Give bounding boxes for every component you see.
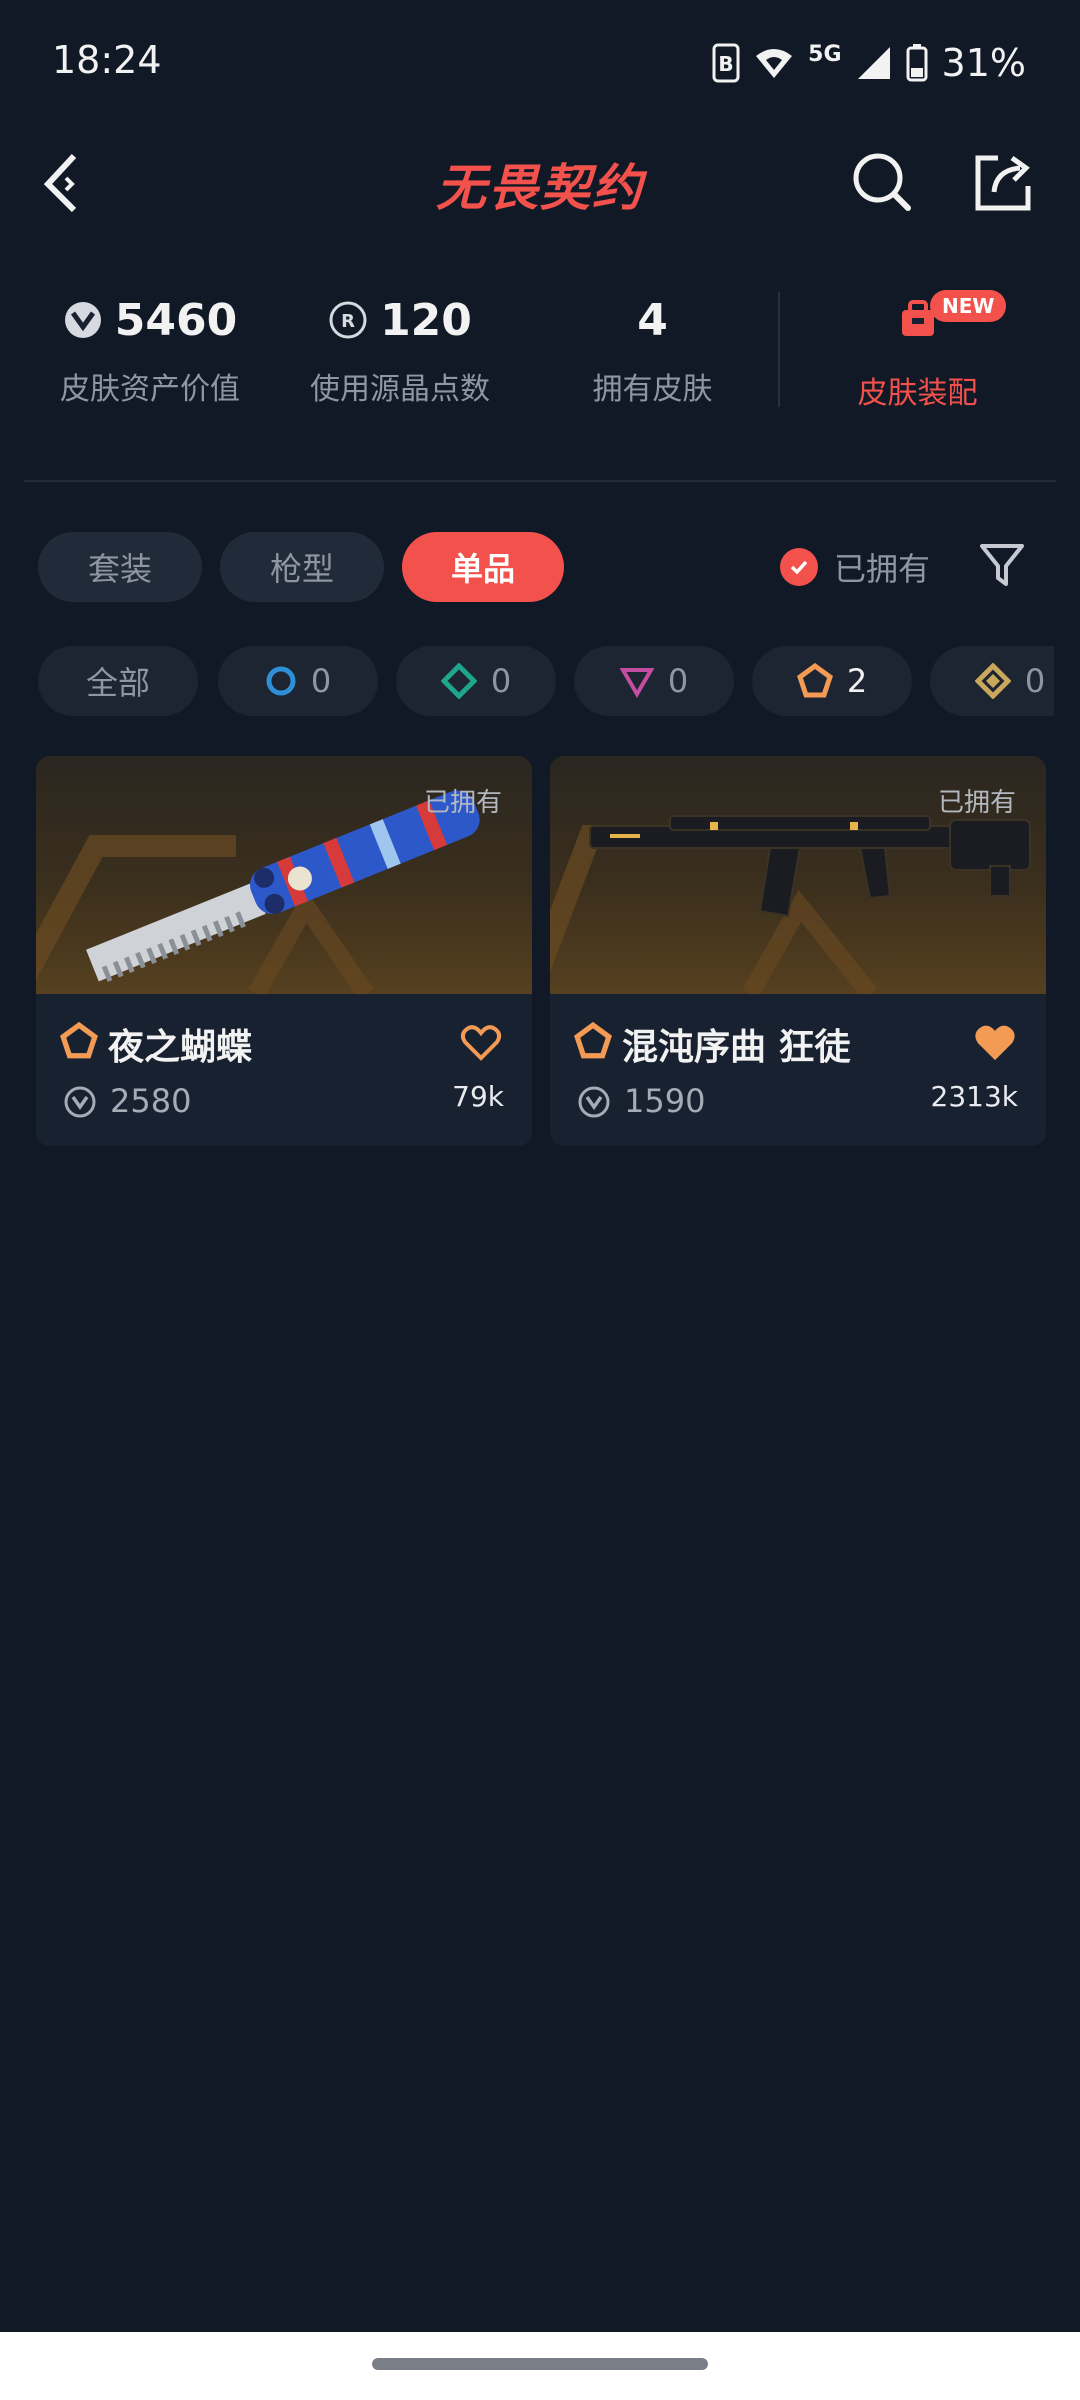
asset-value-label: 皮肤资产价值 [60,372,240,407]
rarity-count: 2 [846,662,868,700]
rarity-all-label: 全部 [85,664,150,702]
new-badge: NEW [930,290,1007,322]
status-bar: 18:24 B 5G 31% [0,0,1080,120]
tab-single-item[interactable]: 单品 [402,532,564,602]
skin-name: 混沌序曲 狂徒 [622,1027,851,1068]
owned-filter-label: 已拥有 [834,550,931,588]
app-title: 无畏契约 [436,159,644,217]
battery-icon [906,44,928,82]
filter-button[interactable] [978,540,1026,590]
like-count: 2313k [930,1080,1018,1113]
owned-label: 拥有皮肤 [592,372,713,407]
owned-tag: 已拥有 [937,788,1016,818]
stats-panel: 5460 皮肤资产价值 R 120 使用源晶点数 4 拥有皮肤 NEW 皮肤装配 [0,270,1080,440]
rarity-orange-pentagon-icon [60,1022,98,1059]
status-icons: B 5G 31% [712,38,1026,88]
rarity-count: 0 [490,662,512,700]
stats-divider [778,292,780,407]
filter-icon [980,544,1024,586]
heart-filled-icon[interactable] [974,1024,1016,1062]
vp-coin-icon [64,302,101,338]
rarity-gold-diamond-icon [974,663,1011,699]
points-number: 120 [380,294,472,346]
stat-asset-value: 5460 皮肤资产价值 [40,290,260,408]
search-button[interactable] [850,150,914,214]
stat-points: R 120 使用源晶点数 [290,290,510,408]
skin-loadout-button[interactable]: NEW 皮肤装配 [800,272,1035,412]
network-type: 5G [808,41,842,67]
stat-owned-skins: 4 拥有皮肤 [545,290,760,408]
rarity-orange-pentagon-icon [574,1022,612,1059]
skin-price: 2580 [110,1082,192,1120]
rarity-filter-all[interactable]: 全部 [38,646,198,716]
home-indicator[interactable] [372,2358,708,2370]
rarity-orange-pentagon-icon [796,663,833,698]
rarity-count: 0 [1024,662,1046,700]
skin-name: 夜之蝴蝶 [108,1027,253,1068]
rarity-blue-circle-icon [266,666,296,696]
points-label: 使用源晶点数 [310,372,490,407]
vp-coin-icon [578,1086,610,1118]
tab-gun-type[interactable]: 枪型 [220,532,384,602]
share-button[interactable] [972,150,1036,214]
svg-text:R: R [341,311,355,332]
rarity-count: 0 [310,662,332,700]
rarity-filter-row: 全部 0 0 0 2 0 [38,646,1054,718]
divider [24,480,1056,482]
vp-coin-icon [64,1086,96,1118]
status-time: 18:24 [52,38,162,82]
like-count: 79k [452,1080,504,1113]
owned-filter-toggle[interactable]: 已拥有 [780,534,930,600]
rarity-green-diamond-icon [440,663,477,699]
rarity-filter-premium[interactable]: 0 [574,646,734,716]
rarity-count: 0 [667,662,689,700]
tab-set[interactable]: 套装 [38,532,202,602]
skin-price: 1590 [624,1082,706,1120]
owned-tag: 已拥有 [423,788,502,818]
nfc-icon: B [712,43,740,83]
check-icon [780,548,818,586]
wifi-icon [756,49,793,78]
rarity-filter-exclusive[interactable]: 2 [752,646,912,716]
search-icon [853,153,911,211]
asset-value-number: 5460 [114,294,238,346]
share-icon [975,155,1031,211]
rarity-filter-ultra[interactable]: 0 [930,646,1054,716]
svg-text:B: B [719,52,734,76]
skin-image-vandal: 已拥有 [550,756,1046,994]
signal-icon [857,47,890,79]
rarity-filter-select[interactable]: 0 [218,646,378,716]
owned-number: 4 [637,294,668,346]
loadout-label: 皮肤装配 [857,376,978,411]
skin-image-butterfly-knife: 已拥有 [36,756,532,994]
heart-outline-icon[interactable] [460,1024,502,1062]
radianite-icon: R [329,301,367,339]
header: 无畏契约 [0,120,1080,240]
battery-percent: 31% [941,41,1026,85]
rarity-purple-triangle-icon [619,668,654,698]
rarity-filter-deluxe[interactable]: 0 [396,646,556,716]
skin-card[interactable]: 已拥有 夜之蝴蝶 2580 79k [36,756,532,1146]
skin-card[interactable]: 已拥有 混沌序曲 狂徒 1590 2313k [550,756,1046,1146]
